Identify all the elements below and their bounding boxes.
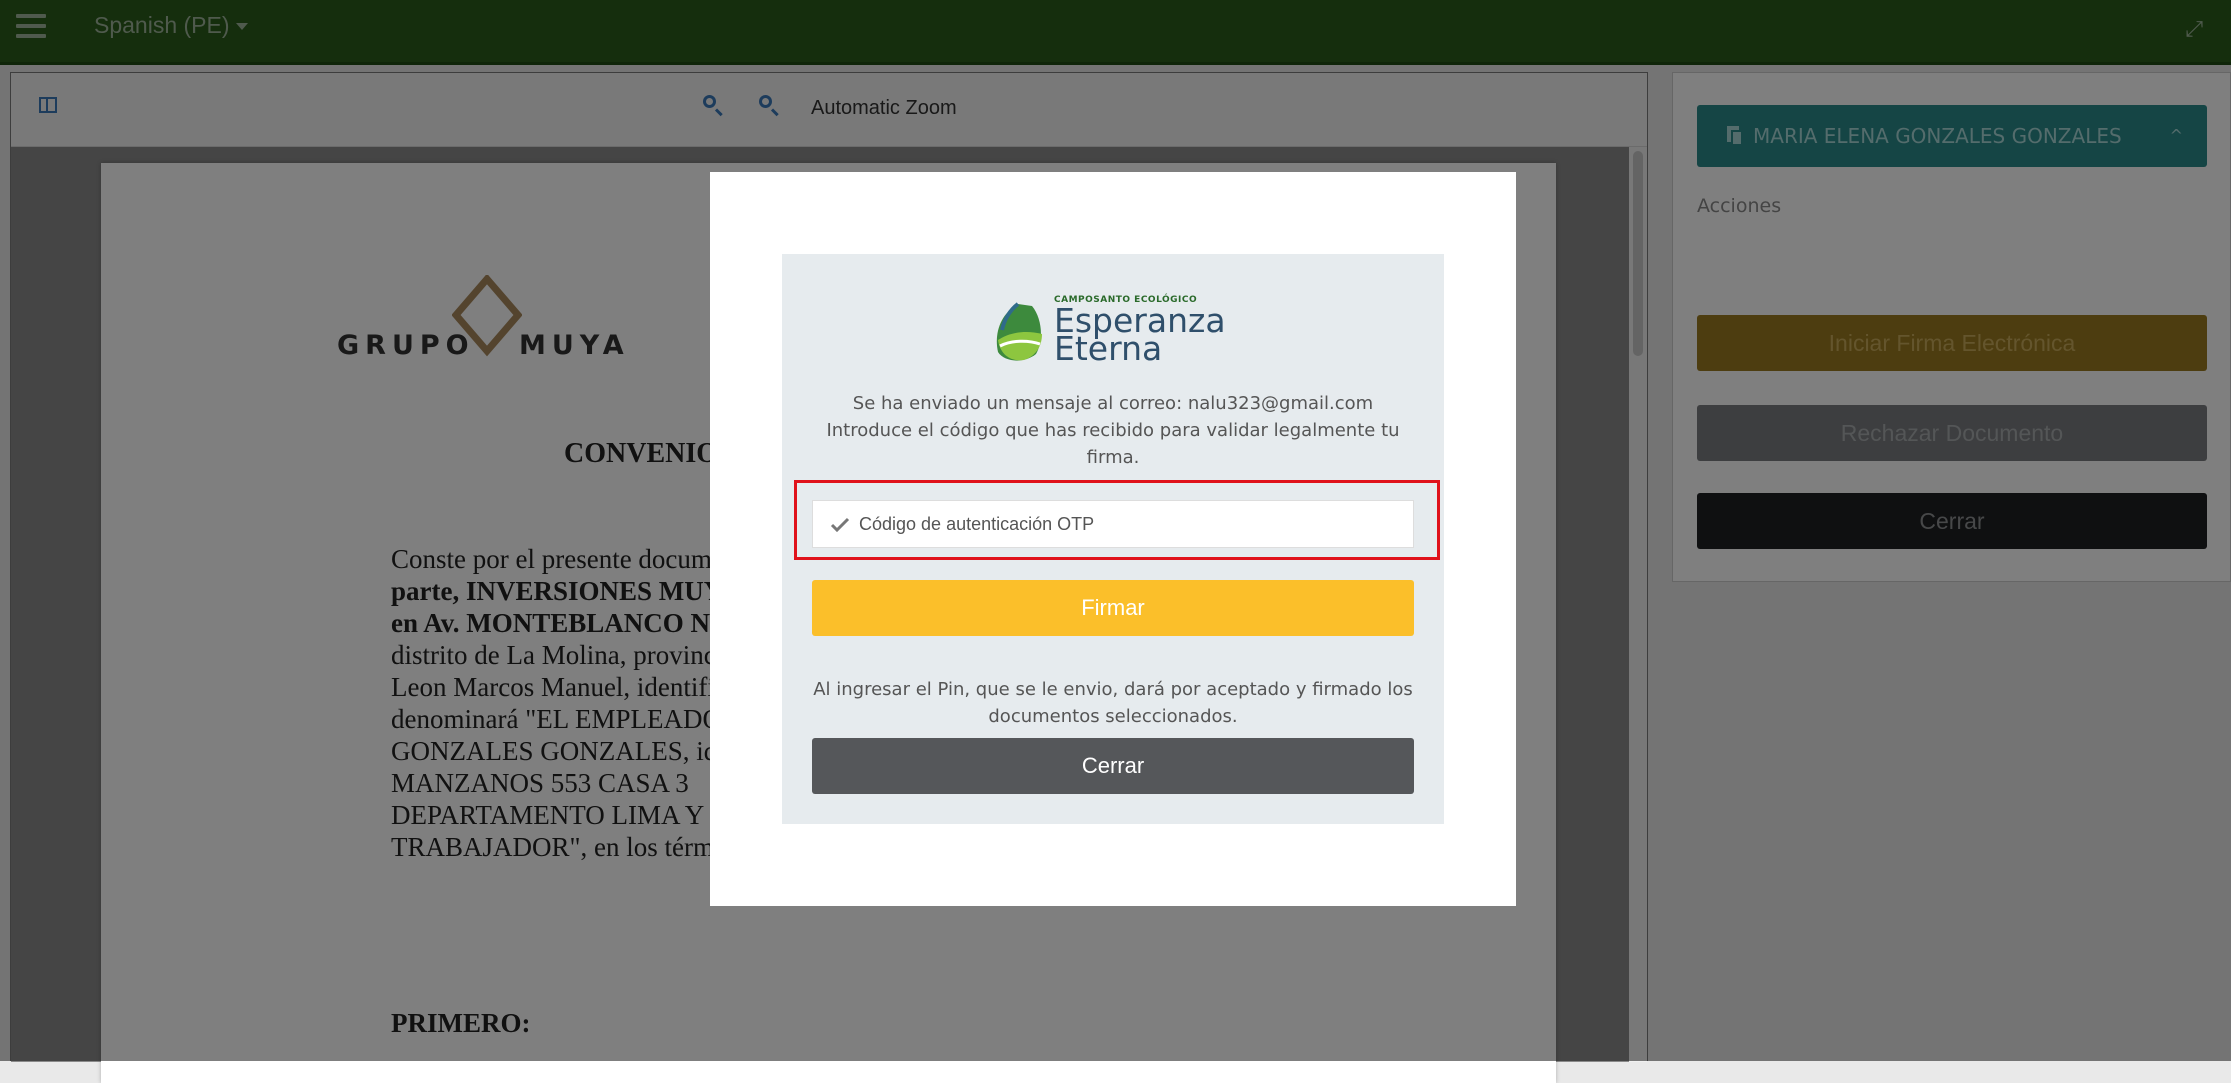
- check-icon: [830, 517, 850, 532]
- close-modal-button[interactable]: Cerrar: [812, 738, 1414, 794]
- otp-code-input[interactable]: [812, 500, 1414, 548]
- otp-form: CAMPOSANTO ECOLÓGICO Esperanza Eterna Se…: [782, 254, 1444, 824]
- sign-note: Al ingresar el Pin, que se le envio, dar…: [813, 679, 1413, 727]
- leaf-logo-icon: [996, 302, 1042, 361]
- message-line: Se ha enviado un mensaje al correo: nalu…: [852, 393, 1374, 414]
- message-line: Introduce el código que has recibido par…: [826, 420, 1400, 468]
- otp-message: Se ha enviado un mensaje al correo: nalu…: [802, 390, 1424, 471]
- brand-name-line2: Eterna: [1054, 329, 1163, 368]
- brand-logo: CAMPOSANTO ECOLÓGICO Esperanza Eterna: [990, 294, 1250, 374]
- sign-button[interactable]: Firmar: [812, 580, 1414, 636]
- otp-modal: CAMPOSANTO ECOLÓGICO Esperanza Eterna Se…: [710, 172, 1516, 906]
